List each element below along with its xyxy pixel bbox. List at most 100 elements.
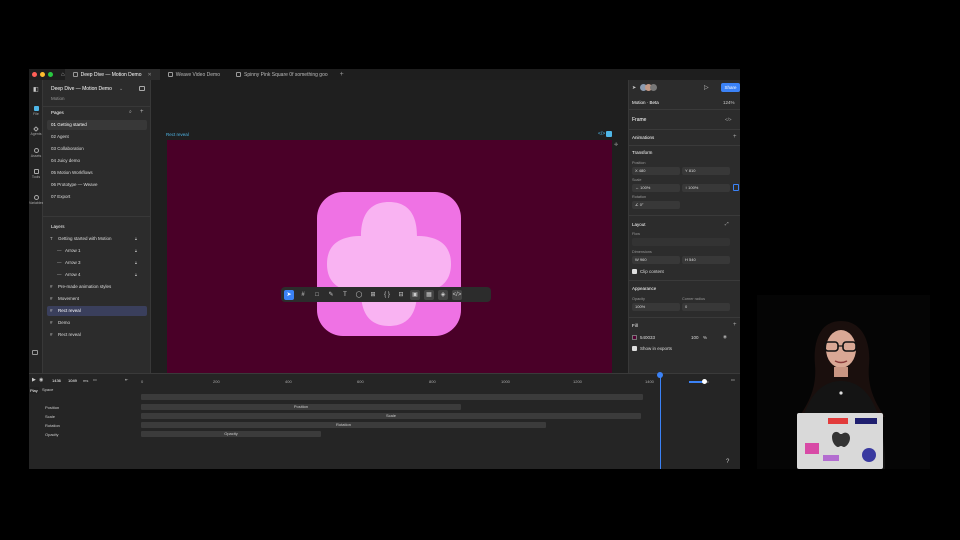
rail-variables[interactable]: Variables	[29, 195, 43, 205]
fill-opacity[interactable]: 100	[691, 335, 699, 340]
maximize-window-button[interactable]	[48, 72, 53, 77]
variable-tool-icon[interactable]: ⊟	[396, 290, 406, 300]
zoom-slider-thumb[interactable]	[702, 379, 707, 384]
canvas[interactable]: Rect reveal </> ✛ ➤ # □ ✎ T ◯ ⊞ { } ⊟ ▣ …	[151, 80, 628, 373]
layer-item[interactable]: # Rect reveal	[47, 306, 147, 316]
rail-assets[interactable]: Assets	[29, 148, 43, 158]
layer-item[interactable]: — Arrow 4 🔒︎	[47, 270, 147, 280]
show-in-exports-checkbox[interactable]	[632, 346, 637, 351]
rail-tools[interactable]: Tools	[29, 169, 43, 179]
clip-content-checkbox[interactable]	[632, 269, 637, 274]
play-icon[interactable]: ▷	[704, 84, 709, 91]
comments-icon[interactable]	[32, 350, 38, 355]
corner-radius-field[interactable]: 0	[682, 303, 730, 311]
layer-item[interactable]: T Getting started with Motion 🔒︎	[47, 234, 147, 244]
lock-icon[interactable]: 🔒︎	[135, 270, 137, 280]
text-tool-icon[interactable]: T	[340, 290, 350, 300]
help-button[interactable]: ?	[726, 459, 729, 465]
loop-icon[interactable]: ◉	[39, 377, 43, 383]
code-tool-icon[interactable]: { }	[382, 290, 392, 300]
frame-type[interactable]: Frame	[632, 117, 646, 123]
cursor-icon[interactable]: ➤	[632, 85, 636, 91]
lock-icon[interactable]: 🔒︎	[135, 246, 137, 256]
layer-item[interactable]: — Arrow 1 🔒︎	[47, 246, 147, 256]
scale-x-field[interactable]: ↔ 100%	[632, 184, 680, 192]
play-button[interactable]: ▶	[32, 377, 36, 383]
play-frame-icon[interactable]	[606, 131, 612, 137]
zoom-slider[interactable]	[689, 379, 709, 384]
rectangle-tool-icon[interactable]: □	[312, 290, 322, 300]
zoom-level[interactable]: 124%	[723, 100, 735, 105]
component-icon[interactable]: ◈	[438, 289, 448, 300]
fill-swatch[interactable]	[632, 335, 637, 340]
frame-count[interactable]: 1436	[52, 378, 61, 383]
layer-item[interactable]: # Movement	[47, 294, 147, 304]
layer-item[interactable]: — Arrow 3 🔒︎	[47, 258, 147, 268]
page-item[interactable]: 04 Juicy demo	[47, 156, 147, 166]
chevron-down-icon[interactable]: ⌄	[119, 86, 123, 92]
playhead-handle[interactable]	[657, 372, 663, 378]
close-tab-icon[interactable]: ✕	[147, 72, 151, 78]
code-icon[interactable]: </>	[725, 117, 732, 122]
constrain-icon[interactable]	[733, 184, 739, 191]
rail-agents[interactable]: Agents	[29, 126, 43, 136]
add-page-icon[interactable]: +	[140, 109, 144, 115]
track-bar[interactable]: Position	[141, 404, 461, 410]
rounded-square-tile[interactable]	[317, 192, 461, 336]
minimize-window-button[interactable]	[40, 72, 45, 77]
code-icon[interactable]: </>	[598, 131, 605, 137]
timeline-settings-icon[interactable]: ▭	[93, 377, 97, 382]
grid-icon[interactable]: ▦	[424, 289, 434, 300]
layer-item[interactable]: # Pre-made animation styles	[47, 282, 147, 292]
layer-item[interactable]: # Rect reveal	[47, 330, 147, 340]
add-animation-icon[interactable]: +	[733, 134, 737, 140]
width-field[interactable]: W 960	[632, 256, 680, 264]
track-bar[interactable]: Opacity	[141, 431, 321, 437]
pen-tool-icon[interactable]: ✎	[326, 290, 336, 300]
main-menu-icon[interactable]: ◧	[33, 86, 39, 93]
time-unit[interactable]: ms	[83, 378, 88, 383]
frame-label[interactable]: Rect reveal	[166, 132, 189, 137]
position-x-field[interactable]: X 480	[632, 167, 680, 175]
tab-weave[interactable]: Weave Video Demo	[160, 69, 228, 80]
sidebar-toggle-icon[interactable]	[139, 86, 145, 91]
search-icon[interactable]: ⌕	[129, 109, 132, 115]
opacity-field[interactable]: 100%	[632, 303, 680, 311]
measure-icon[interactable]: ▣	[410, 289, 420, 300]
dev-mode-icon[interactable]: </>	[452, 289, 462, 300]
comment-tool-icon[interactable]: ◯	[354, 290, 364, 300]
expand-icon[interactable]: ▭	[731, 377, 735, 382]
frame-tool-icon[interactable]: #	[298, 290, 308, 300]
track-bar[interactable]: Rotation	[141, 422, 546, 428]
collapse-icon[interactable]: ⇤	[125, 377, 128, 382]
end-frame[interactable]: 1049	[68, 378, 77, 383]
master-track[interactable]	[141, 394, 643, 400]
actions-tool-icon[interactable]: ⊞	[368, 290, 378, 300]
avatar[interactable]	[650, 84, 657, 91]
tab-spinny[interactable]: Spinny Pink Square 0f something goo	[228, 69, 336, 80]
track-bar[interactable]: Scale	[141, 413, 641, 419]
playhead[interactable]	[660, 374, 661, 469]
page-item[interactable]: 03 Collaboration	[47, 144, 147, 154]
flow-options[interactable]	[632, 238, 730, 246]
tab-deep-dive[interactable]: Deep Dive — Motion Demo ✕	[64, 69, 160, 80]
page-item[interactable]: 01 Getting started	[47, 120, 147, 130]
rect-reveal-frame[interactable]	[167, 140, 612, 373]
rotation-field[interactable]: ∠ 0°	[632, 201, 680, 209]
layout-icon[interactable]: ⤢	[725, 221, 729, 226]
lock-icon[interactable]: 🔒︎	[135, 258, 137, 268]
scale-y-field[interactable]: ↕ 100%	[682, 184, 730, 192]
page-item[interactable]: 07 Export	[47, 192, 147, 202]
height-field[interactable]: H 540	[682, 256, 730, 264]
new-tab-button[interactable]: +	[340, 71, 344, 78]
page-item[interactable]: 02 Agent	[47, 132, 147, 142]
position-y-field[interactable]: Y 810	[682, 167, 730, 175]
lock-icon[interactable]: 🔒︎	[135, 234, 137, 244]
share-button[interactable]: Share	[721, 83, 740, 92]
add-fill-icon[interactable]: +	[733, 322, 737, 328]
fill-hex[interactable]: 540033	[640, 335, 655, 340]
layer-item[interactable]: # Demo	[47, 318, 147, 328]
page-item[interactable]: 06 Prototype — Weave	[47, 180, 147, 190]
page-item[interactable]: 05 Motion Workflows	[47, 168, 147, 178]
project-title[interactable]: Deep Dive — Motion Demo	[51, 86, 112, 92]
